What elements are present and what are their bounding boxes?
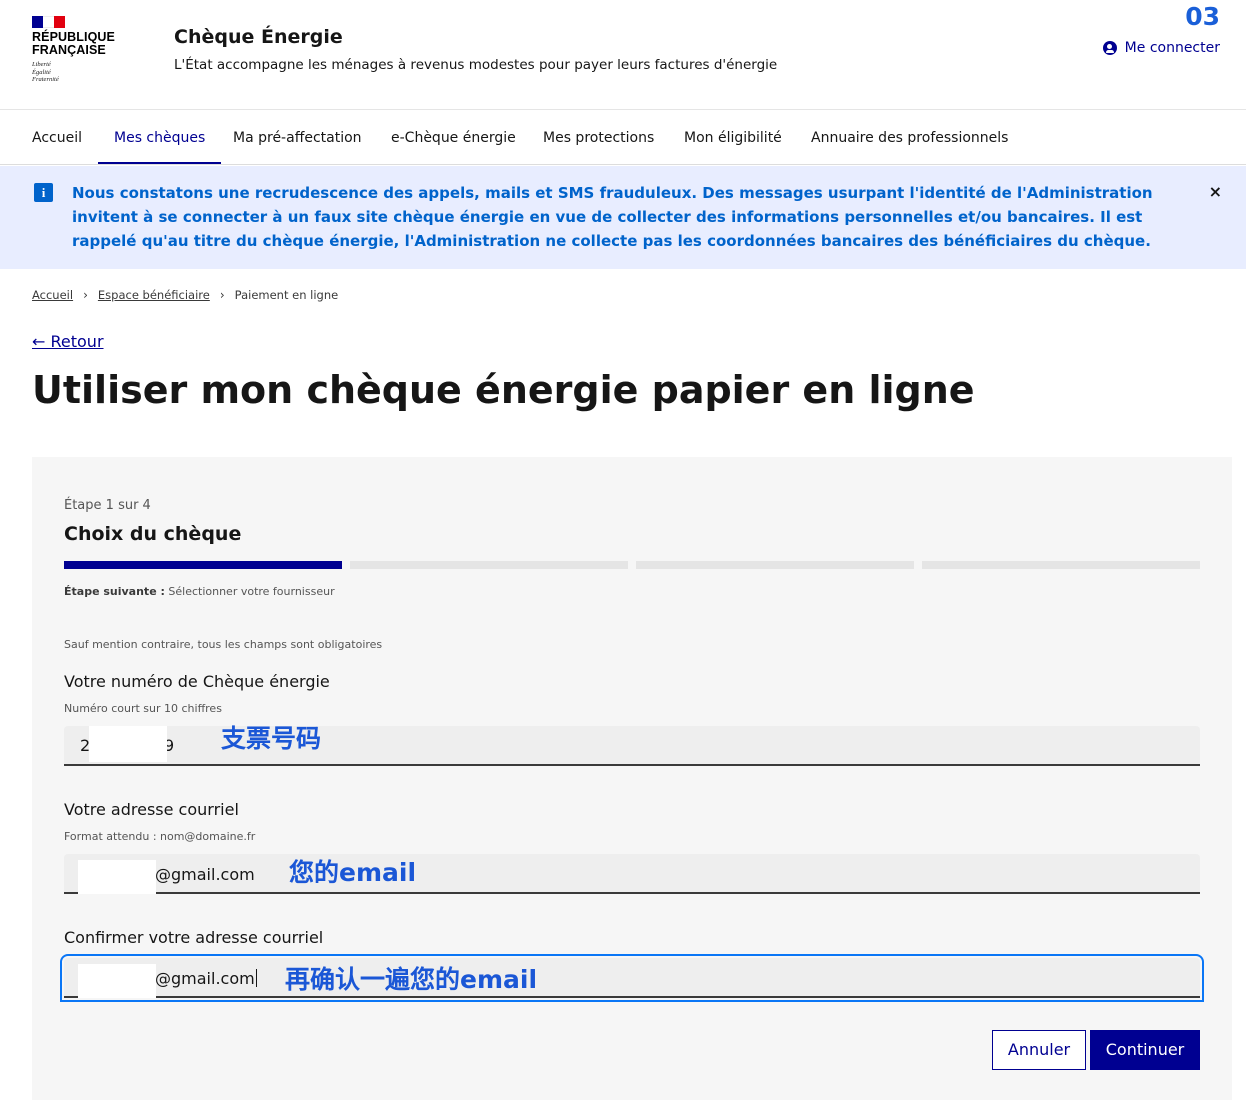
- step-label: Étape 1 sur 4: [64, 498, 151, 513]
- chevron-right-icon: ›: [83, 288, 88, 302]
- logo-motto: Liberté Égalité Fraternité: [32, 61, 132, 84]
- nav-item-mon-eligibilite[interactable]: Mon éligibilité: [684, 110, 782, 164]
- page-title: Utiliser mon chèque énergie papier en li…: [32, 368, 975, 412]
- login-label: Me connecter: [1124, 40, 1220, 56]
- site-title[interactable]: Chèque Énergie: [174, 26, 343, 48]
- alert-message: Nous constatons une recrudescence des ap…: [72, 184, 1153, 250]
- stepper-segment-1: [64, 561, 342, 569]
- confirm-email-text: @gmail.com: [155, 969, 255, 988]
- nav-item-ma-pre-affectation[interactable]: Ma pré-affectation: [233, 110, 362, 164]
- breadcrumb-espace-beneficiaire[interactable]: Espace bénéficiaire: [98, 288, 210, 302]
- logo-name-line-2: FRANÇAISE: [32, 43, 106, 57]
- fraud-alert-banner: i Nous constatons une recrudescence des …: [0, 166, 1246, 269]
- login-link[interactable]: Me connecter: [1102, 40, 1220, 56]
- site-header: RÉPUBLIQUE FRANÇAISE Liberté Égalité Fra…: [0, 0, 1246, 110]
- confirm-email-input[interactable]: @gmail.com: [60, 954, 1204, 1002]
- corner-number: 03: [1185, 2, 1220, 31]
- form-card: Étape 1 sur 4 Choix du chèque Étape suiv…: [32, 457, 1232, 1100]
- next-step-prefix: Étape suivante :: [64, 585, 165, 598]
- nav-item-mes-protections[interactable]: Mes protections: [543, 110, 654, 164]
- chevron-right-icon: ›: [219, 288, 225, 302]
- confirm-email-value: @gmail.com: [155, 969, 257, 988]
- redaction-mask: [78, 964, 156, 998]
- close-icon[interactable]: ×: [1209, 182, 1222, 201]
- republique-francaise-logo[interactable]: RÉPUBLIQUE FRANÇAISE Liberté Égalité Fra…: [32, 16, 132, 84]
- main-navigation: Accueil Mes chèques Ma pré-affectation e…: [0, 110, 1246, 165]
- motto-liberte: Liberté: [32, 61, 51, 68]
- motto-fraternite: Fraternité: [32, 76, 59, 83]
- annotation-email: 您的email: [289, 858, 417, 887]
- info-icon: i: [34, 183, 53, 202]
- cheque-number-hint: Numéro court sur 10 chiffres: [64, 702, 222, 715]
- continue-button[interactable]: Continuer: [1090, 1030, 1200, 1070]
- stepper-progress: [64, 561, 1200, 569]
- annotation-cheque-number: 支票号码: [221, 724, 322, 753]
- step-title: Choix du chèque: [64, 523, 242, 545]
- breadcrumb-current: Paiement en ligne: [234, 288, 339, 302]
- french-flag-icon: [32, 16, 65, 28]
- redaction-mask: [89, 726, 167, 762]
- cheque-number-label: Votre numéro de Chèque énergie: [64, 672, 330, 691]
- breadcrumb: Accueil › Espace bénéficiaire › Paiement…: [32, 288, 338, 302]
- back-link[interactable]: ← Retour: [32, 332, 104, 351]
- email-label: Votre adresse courriel: [64, 800, 239, 819]
- stepper-segment-2: [350, 561, 628, 569]
- breadcrumb-accueil[interactable]: Accueil: [32, 288, 73, 302]
- site-tagline: L'État accompagne les ménages à revenus …: [174, 57, 778, 73]
- email-input[interactable]: @gmail.com: [64, 854, 1200, 894]
- text-caret: [255, 969, 257, 987]
- redaction-mask: [78, 860, 156, 894]
- required-fields-notice: Sauf mention contraire, tous les champs …: [64, 638, 383, 651]
- confirm-email-label: Confirmer votre adresse courriel: [64, 928, 324, 947]
- email-hint: Format attendu : nom@domaine.fr: [64, 830, 256, 843]
- stepper-segment-4: [922, 561, 1200, 569]
- stepper-segment-3: [636, 561, 914, 569]
- cancel-button[interactable]: Annuler: [992, 1030, 1086, 1070]
- next-step-text: Sélectionner votre fournisseur: [164, 585, 335, 598]
- nav-item-annuaire-professionnels[interactable]: Annuaire des professionnels: [811, 110, 1008, 164]
- user-account-icon: [1102, 41, 1117, 55]
- next-step-info: Étape suivante : Sélectionner votre four…: [64, 585, 335, 598]
- nav-item-accueil[interactable]: Accueil: [32, 110, 82, 164]
- nav-item-e-cheque-energie[interactable]: e-Chèque énergie: [391, 110, 516, 164]
- motto-egalite: Égalité: [32, 68, 51, 76]
- annotation-confirm-email: 再确认一遍您的email: [285, 965, 538, 994]
- email-value: @gmail.com: [155, 865, 255, 884]
- nav-item-mes-cheques[interactable]: Mes chèques: [98, 110, 222, 164]
